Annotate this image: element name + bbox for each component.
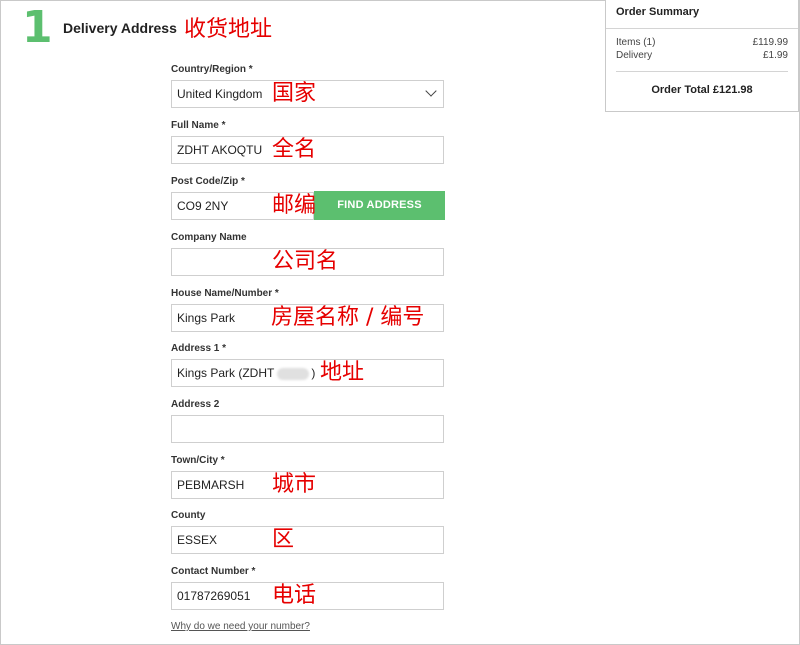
- items-label: Items (1): [616, 37, 656, 48]
- items-value: £119.99: [752, 37, 788, 48]
- step-number: 1: [22, 2, 53, 53]
- delivery-value: £1.99: [762, 50, 788, 61]
- annotation-house: 房屋名称 / 编号: [271, 305, 425, 330]
- annotation-contact: 电话: [272, 583, 317, 608]
- delivery-label: Delivery: [616, 50, 653, 61]
- county-label: County: [171, 510, 206, 521]
- order-summary-title: Order Summary: [616, 6, 700, 18]
- order-total: Order Total £121.98: [651, 84, 753, 96]
- annotation-country: 国家: [272, 81, 317, 106]
- address1-value-suffix: ): [311, 366, 316, 380]
- county-value: ESSEX: [177, 533, 218, 547]
- address1-label: Address 1 *: [171, 343, 227, 354]
- annotation-full-name: 全名: [272, 137, 317, 162]
- why-number-link[interactable]: Why do we need your number?: [171, 621, 310, 632]
- company-label: Company Name: [171, 232, 247, 243]
- town-value: PEBMARSH: [177, 478, 245, 492]
- annotation-address1: 地址: [320, 360, 365, 385]
- address1-field[interactable]: Kings Park (ZDHT): [171, 359, 444, 387]
- town-label: Town/City *: [171, 455, 225, 466]
- contact-value: 01787269051: [177, 589, 251, 603]
- annotation-postcode: 邮编: [272, 193, 317, 218]
- house-label: House Name/Number *: [171, 288, 279, 299]
- address2-field[interactable]: [171, 415, 444, 443]
- annotation-town: 城市: [272, 472, 317, 497]
- postcode-value: CO9 2NY: [177, 199, 229, 213]
- redacted-blur: [277, 367, 310, 380]
- county-field[interactable]: ESSEX: [171, 526, 444, 554]
- full-name-label: Full Name *: [171, 120, 226, 131]
- country-label: Country/Region *: [171, 64, 253, 75]
- full-name-value: ZDHT AKOQTU: [177, 143, 263, 157]
- postcode-label: Post Code/Zip *: [171, 176, 245, 187]
- order-summary-panel: Order Summary Items (1) £119.99 Delivery…: [605, 0, 799, 112]
- step-title: Delivery Address: [63, 20, 177, 36]
- divider: [616, 71, 788, 72]
- find-address-button[interactable]: FIND ADDRESS: [314, 191, 445, 220]
- address2-label: Address 2: [171, 399, 220, 410]
- chevron-down-icon: [425, 85, 437, 97]
- house-value: Kings Park: [177, 311, 236, 325]
- country-value: United Kingdom: [177, 87, 263, 101]
- annotation-delivery-address: 收货地址: [184, 17, 273, 42]
- contact-label: Contact Number *: [171, 566, 256, 577]
- annotation-county: 区: [272, 527, 295, 552]
- summary-items-row: Items (1) £119.99: [616, 37, 788, 48]
- summary-delivery-row: Delivery £1.99: [616, 50, 788, 61]
- annotation-company: 公司名: [272, 249, 339, 274]
- divider: [606, 28, 798, 29]
- address1-value-prefix: Kings Park (ZDHT: [177, 366, 275, 380]
